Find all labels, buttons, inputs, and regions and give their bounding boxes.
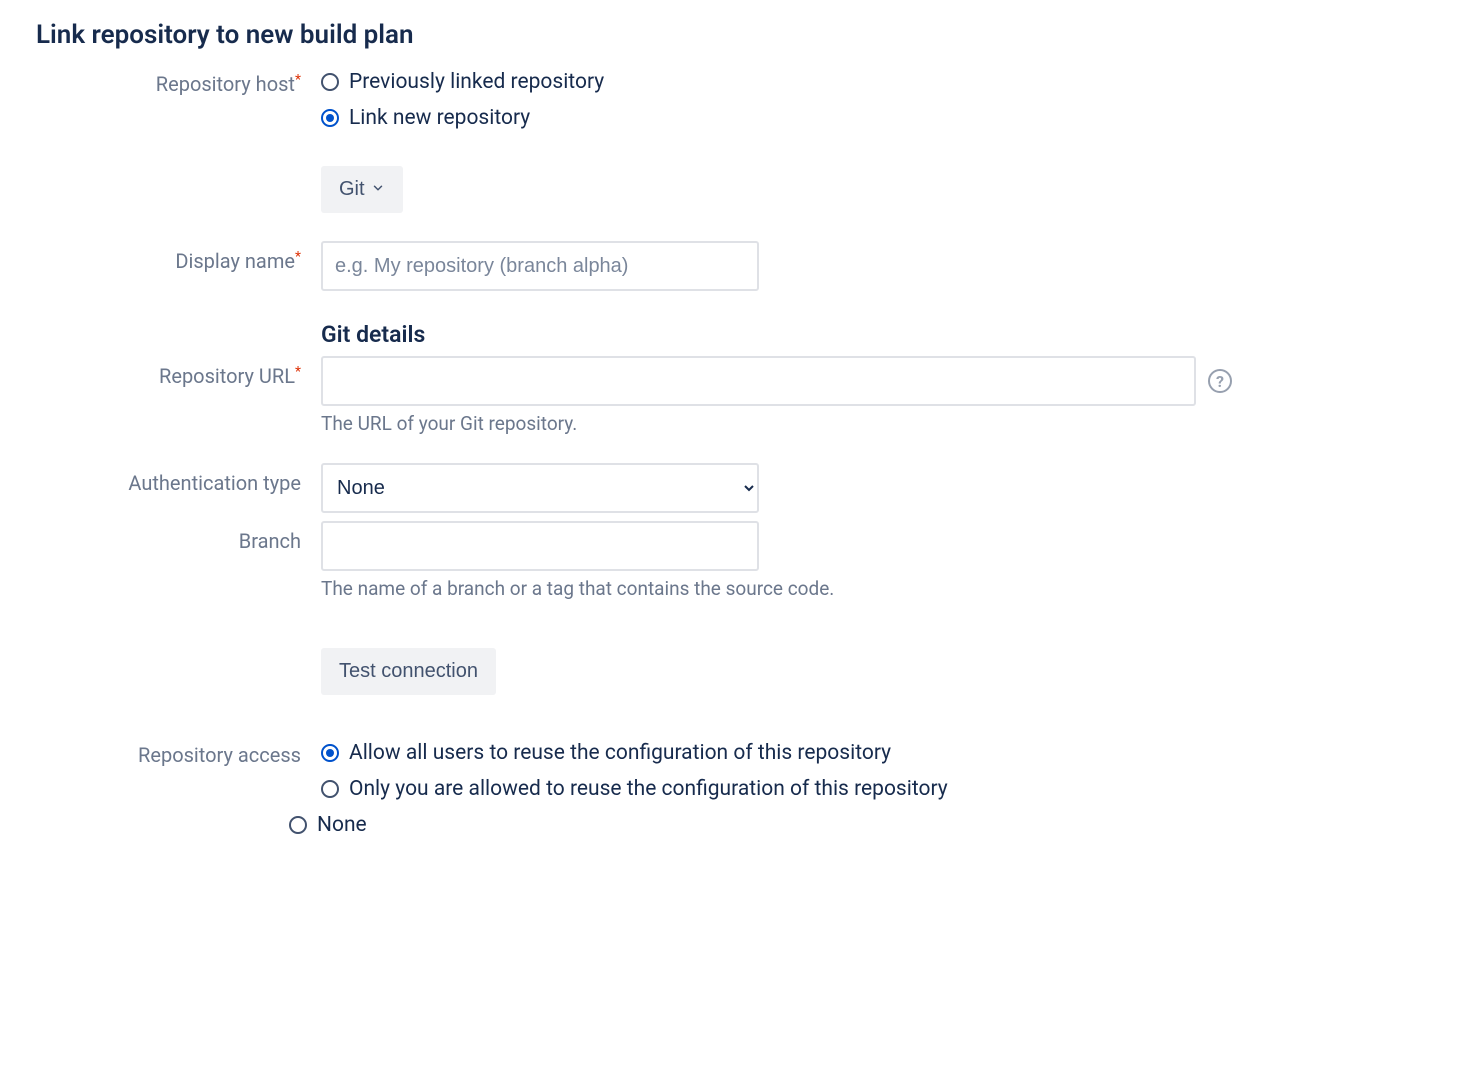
radio-label: None <box>317 813 367 837</box>
repository-url-label: Repository URL* <box>36 356 321 388</box>
page-title: Link repository to new build plan <box>36 20 1436 50</box>
radio-icon <box>321 73 339 91</box>
branch-label: Branch <box>36 521 321 553</box>
dropdown-label: Git <box>339 178 365 201</box>
display-name-label: Display name* <box>36 241 321 273</box>
repo-access-option-you[interactable]: Only you are allowed to reuse the config… <box>321 771 1436 807</box>
repository-access-label: Repository access <box>36 735 321 767</box>
help-icon[interactable]: ? <box>1208 369 1232 393</box>
repo-host-option-new[interactable]: Link new repository <box>321 100 1436 136</box>
radio-icon <box>321 780 339 798</box>
radio-label: Only you are allowed to reuse the config… <box>349 777 948 801</box>
radio-icon <box>321 744 339 762</box>
repository-host-label: Repository host* <box>36 64 321 96</box>
repo-host-option-previous[interactable]: Previously linked repository <box>321 64 1436 100</box>
chevron-down-icon <box>371 178 385 201</box>
radio-icon <box>289 816 307 834</box>
radio-icon <box>321 109 339 127</box>
display-name-input[interactable] <box>321 241 759 291</box>
radio-label: Previously linked repository <box>349 70 604 94</box>
repo-access-option-none[interactable]: None <box>289 807 1436 843</box>
git-details-heading: Git details <box>321 321 1436 348</box>
test-connection-button[interactable]: Test connection <box>321 648 496 695</box>
authentication-type-label: Authentication type <box>36 463 321 495</box>
radio-label: Allow all users to reuse the configurati… <box>349 741 891 765</box>
repo-access-option-all[interactable]: Allow all users to reuse the configurati… <box>321 735 1436 771</box>
radio-label: Link new repository <box>349 106 530 130</box>
branch-input[interactable] <box>321 521 759 571</box>
authentication-type-select[interactable]: None <box>321 463 759 513</box>
repository-url-input[interactable] <box>321 356 1196 406</box>
repository-url-helper: The URL of your Git repository. <box>321 412 1436 435</box>
repo-type-dropdown[interactable]: Git <box>321 166 403 213</box>
branch-helper: The name of a branch or a tag that conta… <box>321 577 1436 600</box>
button-label: Test connection <box>339 660 478 683</box>
